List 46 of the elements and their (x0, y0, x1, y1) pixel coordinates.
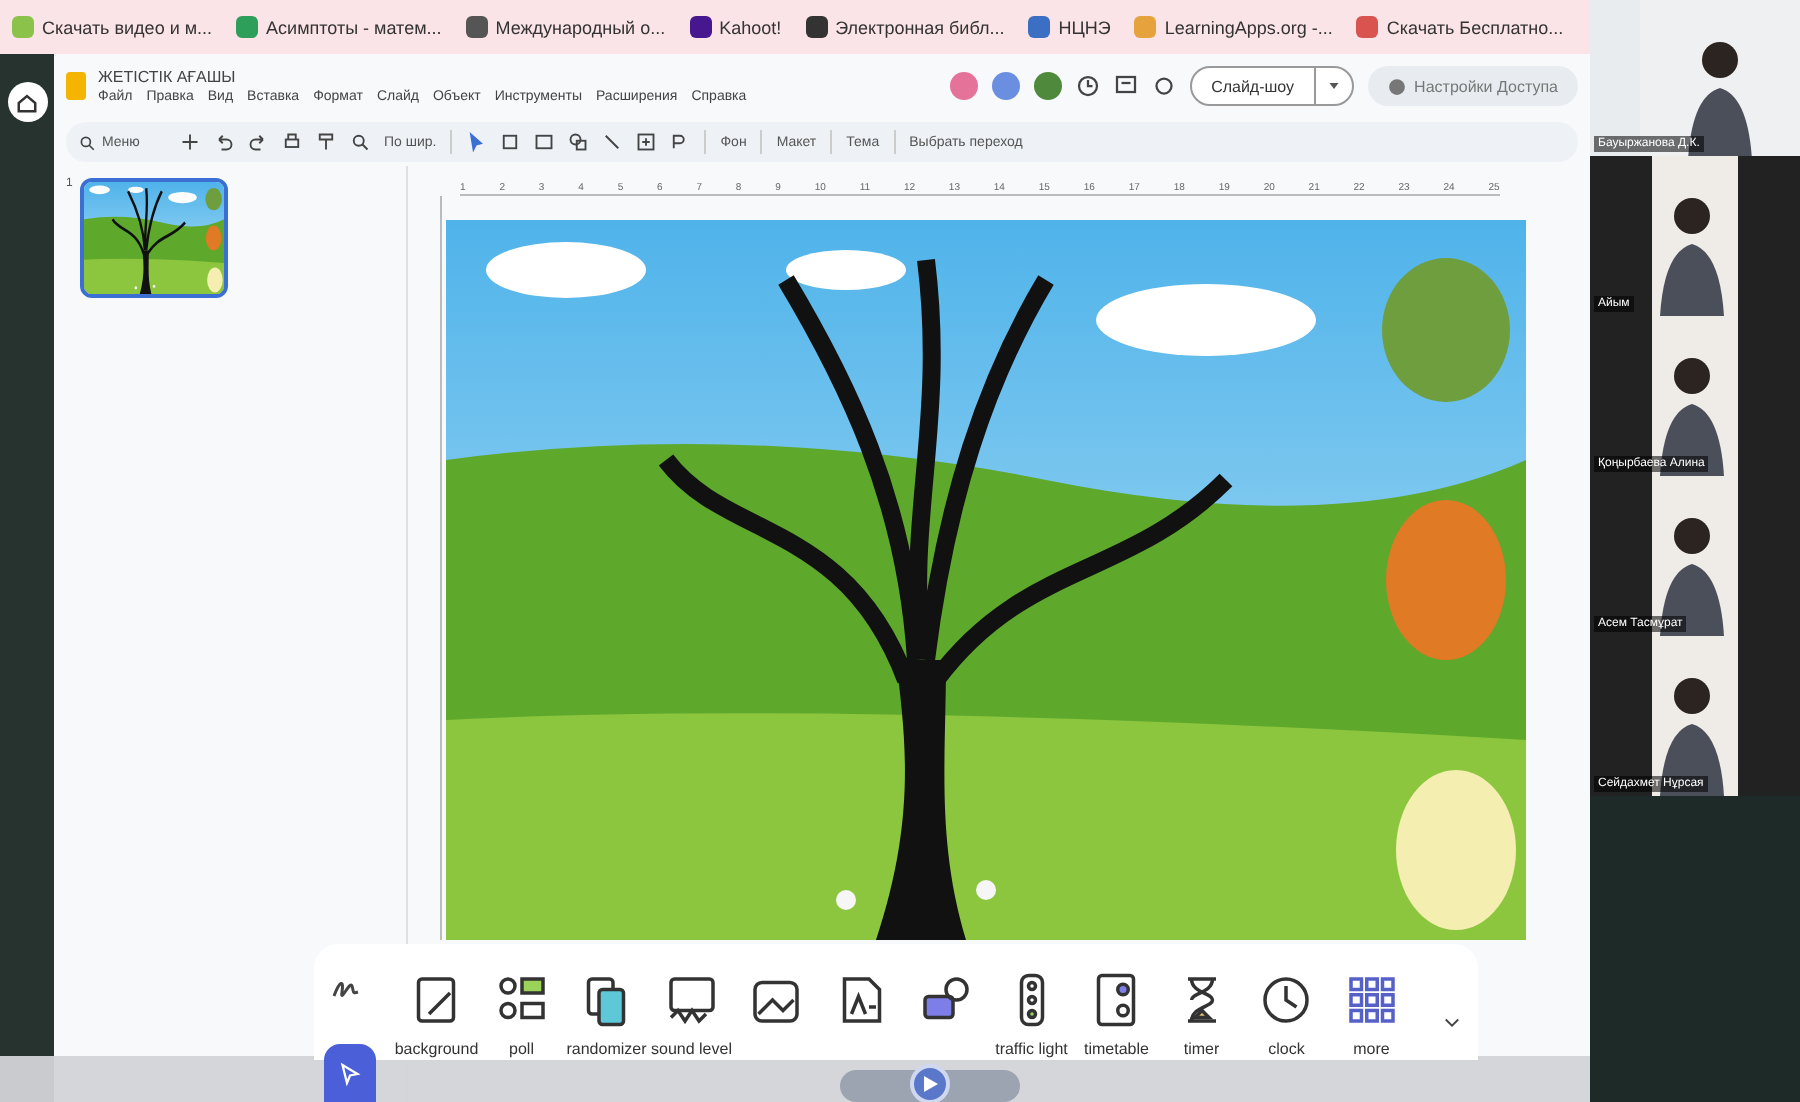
home-button[interactable] (7, 82, 47, 122)
line-icon[interactable] (602, 132, 623, 152)
pointer-button[interactable] (324, 1044, 376, 1102)
pointer-icon[interactable] (338, 1061, 362, 1085)
bookmark-link[interactable]: Скачать видео и м... (42, 17, 213, 37)
bookmark-link[interactable]: Скачать Бесплатно... (1386, 17, 1564, 37)
tool-label: timetable (1084, 1040, 1149, 1062)
tool-label: timer (1183, 1040, 1220, 1062)
comment-icon[interactable] (1113, 74, 1138, 98)
play-icon[interactable] (922, 1076, 938, 1092)
tool-label: poll (509, 1040, 534, 1062)
collaborator-avatar[interactable] (949, 72, 978, 100)
bookmark-link[interactable]: Электронная библ... (835, 17, 1005, 37)
bookmark-link[interactable]: Асимптоты - матем... (266, 17, 442, 37)
pointer-icon[interactable] (466, 132, 487, 152)
frame-icon[interactable] (500, 132, 521, 152)
redo-icon[interactable] (248, 132, 268, 152)
grid-icon[interactable] (1343, 972, 1400, 1028)
bookmark-link[interactable]: LearningApps.org -... (1164, 17, 1333, 37)
print-icon[interactable] (282, 132, 302, 152)
clock-icon[interactable] (1258, 972, 1315, 1028)
caret-icon[interactable] (1328, 80, 1341, 92)
bookmark-link[interactable]: НЦНЭ (1058, 17, 1111, 37)
tool-label: more (1353, 1040, 1390, 1062)
bookmark-link[interactable]: Международный о... (495, 17, 666, 37)
tool-label: traffic light (995, 1040, 1068, 1062)
home-icon[interactable] (16, 91, 38, 113)
bookmark-link[interactable]: Kahoot! (719, 17, 782, 37)
tool-label: background (394, 1040, 479, 1062)
comment-add-icon[interactable] (636, 132, 657, 152)
search-icon[interactable] (78, 133, 96, 151)
share-button[interactable]: Настройки Доступа (1368, 66, 1578, 106)
tool-label: clock (1268, 1040, 1305, 1062)
document-title[interactable]: ЖЕТІСТІК АҒАШЫ (98, 68, 747, 86)
paint-format-icon[interactable] (316, 132, 336, 152)
tool-label: sound level (651, 1040, 732, 1062)
slideshow-button[interactable]: Слайд-шоу (1189, 66, 1355, 106)
slide-thumbnail[interactable] (80, 178, 229, 298)
undo-icon[interactable] (214, 132, 234, 152)
add-icon[interactable] (180, 132, 200, 152)
collaborator-avatar[interactable] (1033, 72, 1062, 100)
shape-icon[interactable] (568, 132, 589, 152)
tool-label: randomizer (566, 1040, 647, 1062)
collaborator-avatar[interactable] (991, 72, 1020, 100)
zoom-icon[interactable] (350, 132, 370, 152)
history-icon[interactable] (1075, 74, 1100, 98)
